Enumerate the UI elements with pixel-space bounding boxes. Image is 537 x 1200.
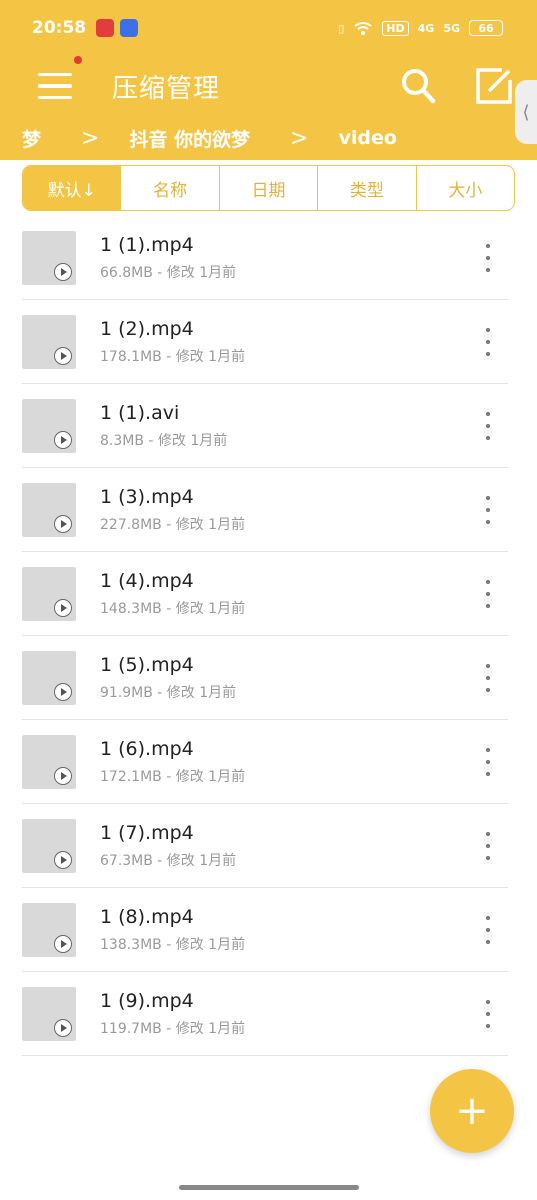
play-icon	[54, 934, 72, 953]
breadcrumb: 梦 > 抖音 你的欲梦 > video	[0, 116, 537, 160]
video-thumbnail-placeholder	[22, 986, 76, 1041]
file-list: 1 (1).mp4 66.8MB - 修改 1月前 1 (2).mp4 178.1MB…	[22, 216, 508, 1056]
more-vertical-icon[interactable]	[482, 496, 494, 524]
file-name: 1 (9).mp4	[100, 989, 194, 1012]
play-icon	[54, 850, 72, 869]
more-vertical-icon[interactable]	[482, 580, 494, 608]
play-icon	[54, 1018, 72, 1037]
file-meta: 138.3MB - 修改 1月前	[100, 936, 246, 953]
app-bar: 压缩管理	[0, 56, 537, 116]
more-vertical-icon[interactable]	[482, 244, 494, 272]
status-time: 20:58	[32, 18, 87, 38]
home-indicator[interactable]	[179, 1185, 359, 1190]
file-row[interactable]: 1 (4).mp4 148.3MB - 修改 1月前	[22, 552, 508, 636]
play-icon	[54, 262, 72, 281]
video-thumbnail-placeholder	[22, 650, 76, 705]
file-row[interactable]: 1 (5).mp4 91.9MB - 修改 1月前	[22, 636, 508, 720]
news-app-icon	[96, 19, 115, 37]
edit-icon[interactable]	[472, 64, 516, 108]
page-title: 压缩管理	[112, 73, 221, 104]
video-thumbnail-placeholder	[22, 566, 76, 621]
video-thumbnail-placeholder	[22, 230, 76, 285]
sort-tab-size[interactable]: 大小	[415, 166, 514, 210]
chevron-right-icon: >	[81, 125, 100, 151]
file-row[interactable]: 1 (9).mp4 119.7MB - 修改 1月前	[22, 972, 508, 1056]
file-meta: 172.1MB - 修改 1月前	[100, 768, 246, 785]
file-meta: 227.8MB - 修改 1月前	[100, 516, 246, 533]
file-row[interactable]: 1 (2).mp4 178.1MB - 修改 1月前	[22, 300, 508, 384]
chat-app-icon	[120, 19, 139, 37]
side-panel-handle[interactable]: ⟨	[515, 80, 537, 144]
sort-tab-default[interactable]: 默认↓	[23, 166, 121, 210]
file-meta: 67.3MB - 修改 1月前	[100, 852, 237, 869]
file-row[interactable]: 1 (3).mp4 227.8MB - 修改 1月前	[22, 468, 508, 552]
file-meta: 178.1MB - 修改 1月前	[100, 348, 246, 365]
wifi-icon	[354, 21, 372, 35]
more-vertical-icon[interactable]	[482, 832, 494, 860]
file-name: 1 (2).mp4	[100, 317, 194, 340]
video-thumbnail-placeholder	[22, 818, 76, 873]
video-thumbnail-placeholder	[22, 314, 76, 369]
header: 20:58 ▯ HD 4G 5G 66 压缩管理 梦 > 抖音 你的欲梦 > v…	[0, 0, 537, 160]
add-button[interactable]: +	[430, 1069, 514, 1153]
video-thumbnail-placeholder	[22, 482, 76, 537]
file-meta: 119.7MB - 修改 1月前	[100, 1020, 246, 1037]
sort-tab-name[interactable]: 名称	[120, 166, 218, 210]
hd-indicator: HD	[382, 20, 409, 36]
file-name: 1 (4).mp4	[100, 569, 194, 592]
menu-button[interactable]	[28, 56, 88, 116]
file-name: 1 (5).mp4	[100, 653, 194, 676]
file-row[interactable]: 1 (6).mp4 172.1MB - 修改 1月前	[22, 720, 508, 804]
file-meta: 91.9MB - 修改 1月前	[100, 684, 237, 701]
chevron-right-icon: >	[290, 125, 309, 151]
file-name: 1 (6).mp4	[100, 737, 194, 760]
more-vertical-icon[interactable]	[482, 1000, 494, 1028]
file-name: 1 (1).avi	[100, 401, 180, 424]
sort-tab-type[interactable]: 类型	[317, 166, 415, 210]
breadcrumb-item[interactable]: 梦	[22, 125, 41, 152]
signal-4g-icon: 4G	[417, 21, 435, 35]
file-meta: 66.8MB - 修改 1月前	[100, 264, 237, 281]
file-row[interactable]: 1 (1).mp4 66.8MB - 修改 1月前	[22, 216, 508, 300]
play-icon	[54, 346, 72, 365]
file-row[interactable]: 1 (8).mp4 138.3MB - 修改 1月前	[22, 888, 508, 972]
more-vertical-icon[interactable]	[482, 328, 494, 356]
file-name: 1 (1).mp4	[100, 233, 194, 256]
more-vertical-icon[interactable]	[482, 916, 494, 944]
signal-5g-icon: 5G	[443, 21, 460, 35]
file-name: 1 (7).mp4	[100, 821, 194, 844]
more-vertical-icon[interactable]	[482, 412, 494, 440]
play-icon	[54, 514, 72, 533]
file-name: 1 (3).mp4	[100, 485, 194, 508]
battery-icon: 66	[469, 20, 503, 36]
plus-icon: +	[455, 1088, 489, 1134]
video-thumbnail-placeholder	[22, 398, 76, 453]
sort-tab-date[interactable]: 日期	[218, 166, 317, 210]
video-thumbnail-placeholder	[22, 734, 76, 789]
file-row[interactable]: 1 (1).avi 8.3MB - 修改 1月前	[22, 384, 508, 468]
breadcrumb-item[interactable]: video	[339, 127, 397, 149]
more-vertical-icon[interactable]	[482, 664, 494, 692]
status-bar: 20:58 ▯ HD 4G 5G 66	[0, 0, 537, 56]
search-icon[interactable]	[396, 64, 440, 108]
notification-dot	[74, 56, 82, 64]
file-row[interactable]: 1 (7).mp4 67.3MB - 修改 1月前	[22, 804, 508, 888]
more-vertical-icon[interactable]	[482, 748, 494, 776]
breadcrumb-item[interactable]: 抖音 你的欲梦	[129, 125, 250, 152]
sort-tabs: 默认↓ 名称 日期 类型 大小	[22, 165, 515, 211]
vibrate-icon: ▯	[338, 21, 345, 35]
play-icon	[54, 682, 72, 701]
play-icon	[54, 766, 72, 785]
play-icon	[54, 598, 72, 617]
play-icon	[54, 430, 72, 449]
file-meta: 8.3MB - 修改 1月前	[100, 432, 228, 449]
file-name: 1 (8).mp4	[100, 905, 194, 928]
video-thumbnail-placeholder	[22, 902, 76, 957]
file-meta: 148.3MB - 修改 1月前	[100, 600, 246, 617]
